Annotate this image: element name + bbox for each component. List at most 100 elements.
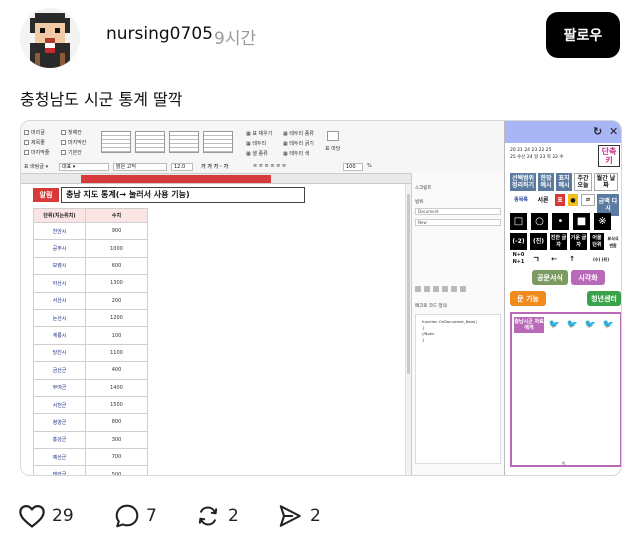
script-tool-icon[interactable] [433,286,439,292]
align-buttons[interactable]: ≡ ≡ ≡ ≡ ≡ ≡ [253,163,286,169]
value-cell[interactable]: 1200 [85,308,148,328]
ribbon-item[interactable]: 표 마당 [325,145,340,152]
reference-mark-icon[interactable]: ※ [594,213,611,230]
italic-text-button[interactable]: 기운 글자 [570,233,587,250]
ribbon-checkbox[interactable]: 마지막줄 [24,149,49,156]
region-name-cell[interactable]: 서천군 [33,395,86,415]
ribbon-checkbox[interactable]: 첫째칸 [61,129,82,136]
region-name-cell[interactable]: 천안시 [33,221,86,241]
weekly-button[interactable]: 주간 오늘 [574,173,592,191]
value-cell[interactable]: 400 [85,361,148,380]
filled-square-icon[interactable]: ■ [573,213,590,230]
minus-two-button[interactable]: (-2) [510,233,527,250]
region-name-cell[interactable]: 계룡시 [33,326,86,345]
region-name-cell[interactable]: 태안군 [33,465,86,475]
post-image[interactable]: 머리글 제목줄 마지막줄 첫째칸 마지막칸 기본칸 ▦ 표 채우기 ▦ 테두리 … [20,120,622,476]
rule-button[interactable]: ⇄ [581,194,595,206]
value-cell[interactable]: 600 [85,256,148,276]
visualize-button[interactable]: 시각화 [571,270,605,285]
script-scope-select[interactable]: Document [415,208,501,215]
repost-button[interactable]: 2 [194,500,239,532]
etc-button[interactable]: 문 기능 [510,291,546,306]
table-style-icon[interactable] [135,131,165,153]
code-editor[interactable]: function OnDocument_New() { //Note: } [415,314,501,464]
circle-icon[interactable]: ○ [531,213,548,230]
ribbon-item[interactable]: ▦ 테두리 종류 [283,130,314,137]
ribbon-checkbox[interactable]: 머리글 [24,129,45,136]
left-arrow-icon[interactable]: ← [547,252,561,266]
value-cell[interactable]: 900 [85,221,148,241]
region-name-cell[interactable]: 예산군 [33,448,86,467]
marker-convert-button[interactable]: 표식식 변환 [605,233,621,250]
script-tool-icon[interactable] [460,286,466,292]
scale-button[interactable]: (수) (뒤) [583,252,619,266]
ribbon-item[interactable]: ▦ 테두리 색 [283,150,309,157]
region-name-cell[interactable]: 홍성군 [33,430,86,450]
shortcut-button[interactable]: 단축 키 [598,145,620,167]
ribbon-checkbox[interactable]: 제목줄 [24,139,45,146]
avatar[interactable] [20,8,80,68]
value-cell[interactable]: 100 [85,326,148,345]
region-data-button[interactable]: 충남시군 자료에게 [514,317,544,333]
share-button[interactable]: 2 [276,500,321,532]
refresh-icon[interactable]: ↻ [593,125,602,138]
youth-center-button[interactable]: 청년센터 [587,291,621,306]
unit-button[interactable]: 어울 단위 [590,233,604,250]
font-name-select[interactable]: 맑은 고딕 [113,163,167,171]
ribbon-item[interactable]: ▦ 표 채우기 [246,130,272,137]
follow-button[interactable]: 팔로우 [546,12,620,58]
value-cell[interactable]: 300 [85,430,148,450]
script-tool-icon[interactable] [451,286,457,292]
region-name-cell[interactable]: 보령시 [33,256,86,276]
value-cell[interactable]: 500 [85,465,148,475]
value-cell[interactable]: 1500 [85,395,148,415]
grid-icon[interactable] [327,131,339,141]
formal-doc-button[interactable]: 공문서식 [532,270,568,285]
bird-icon[interactable]: 🐦 [601,319,616,331]
ribbon-item[interactable]: ▦ 테두리 [246,140,266,147]
intro-label[interactable]: 서론 [533,194,553,206]
username[interactable]: nursing0705 [106,24,213,44]
n-plus-button[interactable]: N+0 N+1 [510,252,527,266]
style-select[interactable]: 표 바탕글 ▾ [24,163,48,170]
monthly-button[interactable]: 월간 날짜 [594,173,618,191]
table-style-icon[interactable] [203,131,233,153]
dot-icon[interactable]: • [552,213,569,230]
cover-example-button[interactable]: 표지 예시 [556,173,572,191]
script-tool-icon[interactable] [424,286,430,292]
region-name-cell[interactable]: 논산시 [33,308,86,328]
value-cell[interactable]: 200 [85,291,148,310]
bird-icon[interactable]: 🐦 [565,319,580,331]
value-cell[interactable]: 1000 [85,239,148,258]
zoom-input[interactable]: 100 [343,163,363,171]
value-cell[interactable]: 1100 [85,343,148,363]
bird-icon[interactable]: 🐦 [547,319,562,331]
ribbon-checkbox[interactable]: 마지막칸 [61,139,86,146]
region-name-cell[interactable]: 청양군 [33,413,86,432]
value-cell[interactable]: 1300 [85,274,148,293]
region-name-cell[interactable]: 부여군 [33,378,86,397]
region-name-cell[interactable]: 금산군 [33,361,86,380]
font-size-input[interactable]: 12.0 [171,163,193,171]
table-style-icon[interactable] [169,131,199,153]
pyo-button[interactable]: 표 [555,194,565,206]
region-name-cell[interactable]: 공주시 [33,239,86,258]
ribbon-checkbox[interactable]: 기본칸 [61,149,82,156]
close-icon[interactable]: ✕ [609,125,618,138]
up-arrow-icon[interactable]: ↑ [565,252,579,266]
value-cell[interactable]: 1400 [85,378,148,397]
font-lang-select[interactable]: 대표 ▾ [59,163,109,171]
ribbon-item[interactable]: ▦ 셀 종류 [246,150,268,157]
region-name-cell[interactable]: 아산시 [33,274,86,293]
script-tool-icon[interactable] [415,286,421,292]
script-tool-icon[interactable] [442,286,448,292]
select-range-button[interactable]: 선택범위 정리하기 [510,173,536,191]
bold-text-button[interactable]: 진한 글자 [550,233,567,250]
region-name-cell[interactable]: 당진시 [33,343,86,363]
value-cell[interactable]: 700 [85,448,148,467]
format-label[interactable]: 종목록 [510,194,532,206]
script-event-select[interactable]: New [415,219,501,226]
bird-icon[interactable]: 🐦 [583,319,598,331]
region-name-cell[interactable]: 서산시 [33,291,86,310]
like-button[interactable]: 29 [18,500,74,532]
